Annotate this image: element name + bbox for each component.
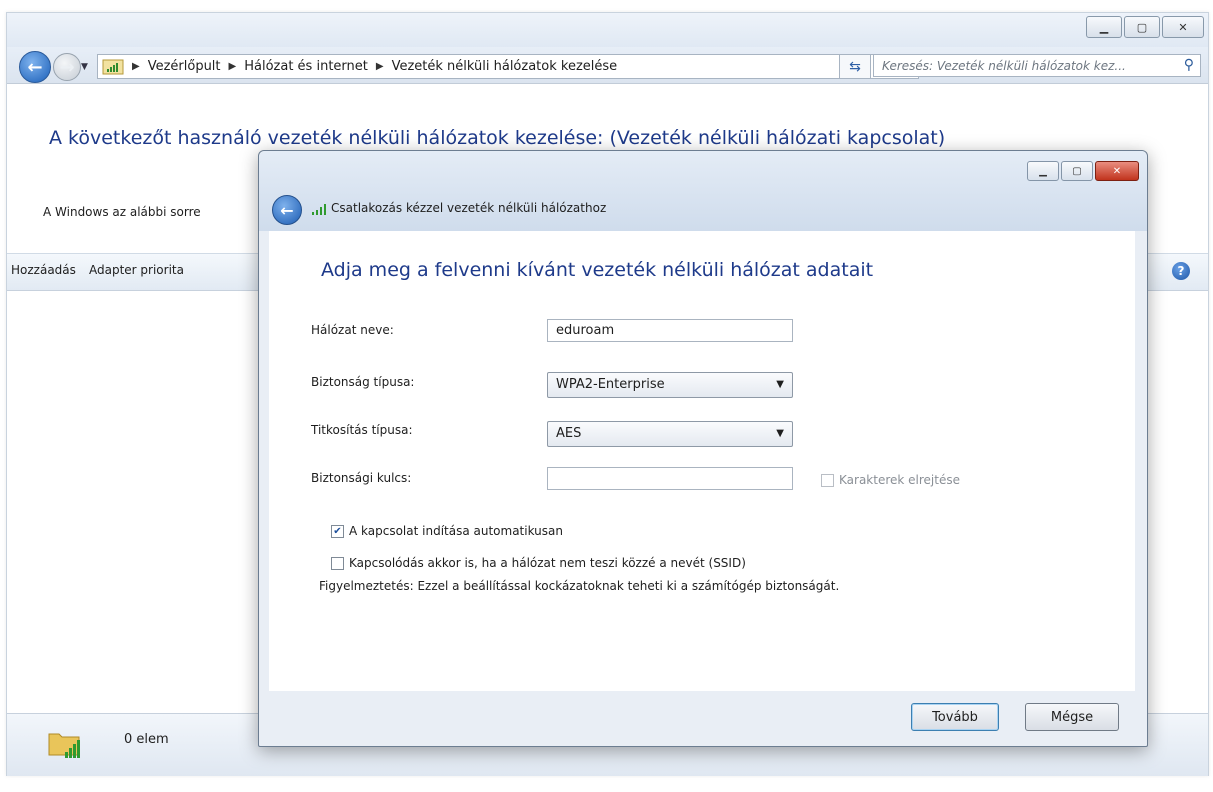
network-name-label: Hálózat neve: xyxy=(311,323,394,337)
refresh-button[interactable]: ⇆ xyxy=(839,54,871,79)
dialog-heading: Adja meg a felvenni kívánt vezeték nélkü… xyxy=(321,259,874,281)
breadcrumb-separator: ▶ xyxy=(132,61,140,72)
address-bar[interactable]: ▶ Vezérlőpult ▶ Hálózat és internet ▶ Ve… xyxy=(97,54,919,79)
security-type-select[interactable]: WPA2-Enterprise ▼ xyxy=(547,372,793,398)
breadcrumb-item-control-panel[interactable]: Vezérlőpult xyxy=(148,59,221,74)
recent-pages-chevron-icon[interactable]: ▼ xyxy=(81,62,88,72)
hide-characters-label: Karakterek elrejtése xyxy=(839,473,960,487)
arrow-left-icon: ← xyxy=(27,56,43,78)
connect-hidden-checkbox[interactable] xyxy=(331,556,344,570)
arrow-left-icon: ← xyxy=(280,200,294,220)
breadcrumb-item-network[interactable]: Hálózat és internet xyxy=(244,59,368,74)
dialog-back-button[interactable]: ← xyxy=(272,195,302,225)
back-button[interactable]: ← xyxy=(19,51,51,83)
address-row: ← → ▼ ▶ Vezérlőpult ▶ Hálózat és interne… xyxy=(7,47,1208,84)
search-icon[interactable]: ⚲ xyxy=(1184,57,1194,73)
dialog-header: ▁ ▢ ✕ ← Csatlakozás kézzel vezeték nélkü… xyxy=(259,151,1147,231)
breadcrumb-item-wireless[interactable]: Vezeték nélküli hálózatok kezelése xyxy=(392,59,618,74)
auto-start-checkbox[interactable]: ✔ xyxy=(331,524,344,538)
dialog-body: Adja meg a felvenni kívánt vezeték nélkü… xyxy=(269,231,1135,691)
dropdown-arrow-icon: ▼ xyxy=(776,428,784,439)
auto-start-label: A kapcsolat indítása automatikusan xyxy=(349,524,563,538)
security-key-input[interactable] xyxy=(547,467,793,490)
search-placeholder: Keresés: Vezeték nélküli hálózatok kez..… xyxy=(882,58,1126,73)
security-type-value: WPA2-Enterprise xyxy=(556,377,665,392)
forward-button[interactable]: → xyxy=(53,53,81,81)
security-key-label: Biztonsági kulcs: xyxy=(311,471,412,485)
network-folder-icon xyxy=(48,733,80,758)
network-name-input[interactable]: eduroam xyxy=(547,319,793,342)
add-button[interactable]: Hozzáadás xyxy=(11,263,76,277)
cancel-button[interactable]: Mégse xyxy=(1025,703,1119,731)
encryption-type-label: Titkosítás típusa: xyxy=(311,423,413,437)
breadcrumb-separator: ▶ xyxy=(375,61,384,72)
adapter-priority-button[interactable]: Adapter priorita xyxy=(89,263,184,277)
minimize-button[interactable]: ▁ xyxy=(1086,16,1122,38)
manual-connect-dialog: ▁ ▢ ✕ ← Csatlakozás kézzel vezeték nélkü… xyxy=(258,150,1148,747)
network-signal-icon xyxy=(102,59,124,74)
connect-hidden-label: Kapcsolódás akkor is, ha a hálózat nem t… xyxy=(349,556,746,570)
search-input[interactable]: Keresés: Vezeték nélküli hálózatok kez..… xyxy=(873,54,1201,77)
wifi-signal-icon xyxy=(312,204,326,215)
security-warning: Figyelmeztetés: Ezzel a beállítással koc… xyxy=(319,579,840,593)
page-subtext: A Windows az alábbi sorre xyxy=(43,205,201,219)
page-title: A következőt használó vezeték nélküli há… xyxy=(49,127,946,149)
explorer-titlebar: ▁ ▢ ✕ xyxy=(7,13,1208,49)
dialog-footer: Tovább Mégse xyxy=(259,691,1147,746)
item-count: 0 elem xyxy=(124,732,169,747)
close-button[interactable]: ✕ xyxy=(1162,16,1204,38)
dialog-maximize-button[interactable]: ▢ xyxy=(1061,161,1093,181)
security-type-label: Biztonság típusa: xyxy=(311,375,415,389)
next-button[interactable]: Tovább xyxy=(911,703,999,731)
dialog-close-button[interactable]: ✕ xyxy=(1095,161,1139,181)
connect-hidden-option[interactable]: Kapcsolódás akkor is, ha a hálózat nem t… xyxy=(331,556,746,570)
arrow-right-icon: → xyxy=(59,56,75,78)
refresh-icon: ⇆ xyxy=(849,58,861,75)
breadcrumb-separator: ▶ xyxy=(228,61,237,72)
help-icon[interactable]: ? xyxy=(1172,262,1190,280)
explorer-window-buttons: ▁ ▢ ✕ xyxy=(1086,16,1204,38)
maximize-button[interactable]: ▢ xyxy=(1124,16,1160,38)
dialog-title: Csatlakozás kézzel vezeték nélküli hálóz… xyxy=(331,201,607,215)
dialog-minimize-button[interactable]: ▁ xyxy=(1027,161,1059,181)
dropdown-arrow-icon: ▼ xyxy=(776,379,784,390)
encryption-type-value: AES xyxy=(556,426,582,441)
auto-start-option[interactable]: ✔ A kapcsolat indítása automatikusan xyxy=(331,524,563,538)
encryption-type-select[interactable]: AES ▼ xyxy=(547,421,793,447)
hide-characters-option[interactable]: Karakterek elrejtése xyxy=(821,473,960,487)
dialog-window-buttons: ▁ ▢ ✕ xyxy=(1027,161,1139,181)
hide-characters-checkbox[interactable] xyxy=(821,473,834,487)
